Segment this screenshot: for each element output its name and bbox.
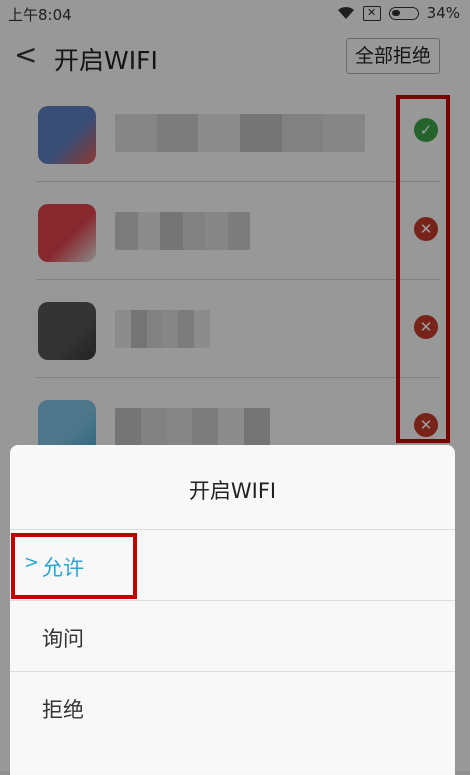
sheet-title: 开启WIFI bbox=[188, 479, 277, 503]
option-ask[interactable]: 询问 bbox=[10, 600, 455, 671]
permission-sheet: 开启WIFI > 允许 询问 拒绝 bbox=[10, 445, 455, 775]
option-ask-label: 询问 bbox=[42, 627, 84, 651]
option-deny[interactable]: 拒绝 bbox=[10, 671, 455, 742]
option-deny-label: 拒绝 bbox=[42, 698, 84, 722]
allow-option-highlight bbox=[11, 533, 137, 599]
